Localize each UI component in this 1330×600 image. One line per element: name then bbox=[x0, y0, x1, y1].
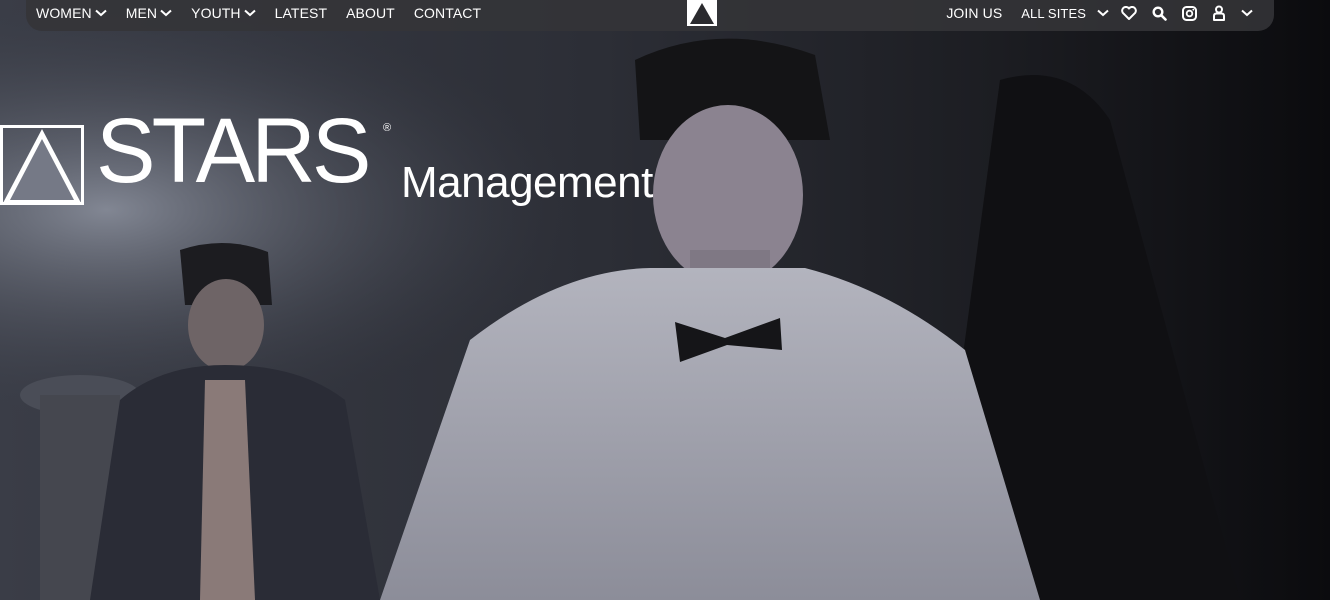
nav-women[interactable]: WOMEN bbox=[36, 5, 107, 21]
join-us-label: JOIN US bbox=[946, 5, 1003, 21]
registered-mark: ® bbox=[383, 122, 392, 134]
nav-latest-label: LATEST bbox=[274, 5, 328, 21]
nav-contact-label: CONTACT bbox=[413, 5, 482, 21]
nav-contact[interactable]: CONTACT bbox=[414, 5, 481, 21]
nav-women-label: WOMEN bbox=[36, 5, 92, 21]
nav-youth-label: YOUTH bbox=[191, 5, 241, 21]
top-navbar: WOMEN MEN YOUTH LATEST ABOUT CONTACT JOI… bbox=[26, 0, 1274, 31]
chevron-down-icon[interactable] bbox=[1234, 0, 1260, 26]
runway-scene bbox=[0, 0, 1330, 600]
nav-men[interactable]: MEN bbox=[126, 5, 172, 21]
stars-logo-icon[interactable] bbox=[686, 0, 718, 26]
brand-subtitle: Management bbox=[401, 158, 653, 207]
join-us-link[interactable]: JOIN US bbox=[946, 5, 1002, 21]
all-sites-dropdown[interactable]: ALL SITES bbox=[1021, 6, 1086, 21]
instagram-icon[interactable] bbox=[1174, 0, 1204, 26]
chevron-down-icon bbox=[95, 9, 107, 17]
nav-youth[interactable]: YOUTH bbox=[191, 5, 256, 21]
nav-left-group: WOMEN MEN YOUTH LATEST ABOUT CONTACT bbox=[36, 0, 500, 26]
nav-about-label: ABOUT bbox=[346, 5, 395, 21]
hero-video-background bbox=[0, 0, 1330, 600]
chevron-down-icon bbox=[160, 9, 172, 17]
stars-triangle-logo-icon bbox=[0, 125, 84, 205]
chevron-down-icon bbox=[243, 9, 256, 17]
search-icon[interactable] bbox=[1144, 0, 1174, 26]
nav-men-label: MEN bbox=[125, 5, 158, 21]
chevron-down-icon[interactable] bbox=[1092, 0, 1114, 26]
heart-icon[interactable] bbox=[1114, 0, 1144, 26]
nav-about[interactable]: ABOUT bbox=[346, 5, 395, 21]
nav-latest[interactable]: LATEST bbox=[275, 5, 327, 21]
brand-name: STARS bbox=[96, 100, 371, 202]
user-icon[interactable] bbox=[1204, 0, 1234, 26]
all-sites-label: ALL SITES bbox=[1021, 5, 1086, 21]
nav-right-group: JOIN US ALL SITES bbox=[946, 0, 1260, 26]
